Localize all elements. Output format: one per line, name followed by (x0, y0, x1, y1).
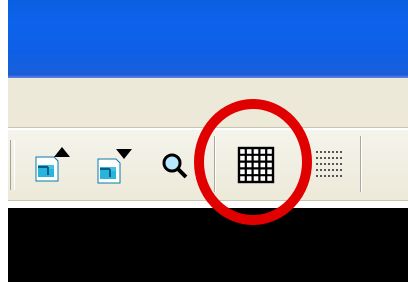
page-down-button[interactable] (88, 138, 132, 192)
grid-icon (237, 146, 275, 184)
page-down-icon (97, 149, 132, 184)
zoom-icon (162, 153, 188, 179)
content-area (8, 208, 408, 282)
page-up-button[interactable] (26, 138, 70, 192)
toolbar-bottom-edge (8, 200, 408, 207)
toolbar-divider (214, 136, 216, 192)
toolbar-divider (360, 136, 362, 192)
title-bar[interactable] (8, 0, 408, 76)
toolbar-grip[interactable] (10, 140, 15, 190)
menu-bar (8, 78, 408, 128)
dotted-grid-icon (316, 151, 342, 177)
app-window (8, 0, 408, 282)
grid-button[interactable] (234, 138, 278, 192)
page-up-icon (35, 147, 70, 182)
dotted-grid-button[interactable] (308, 138, 352, 192)
zoom-button[interactable] (154, 138, 198, 192)
